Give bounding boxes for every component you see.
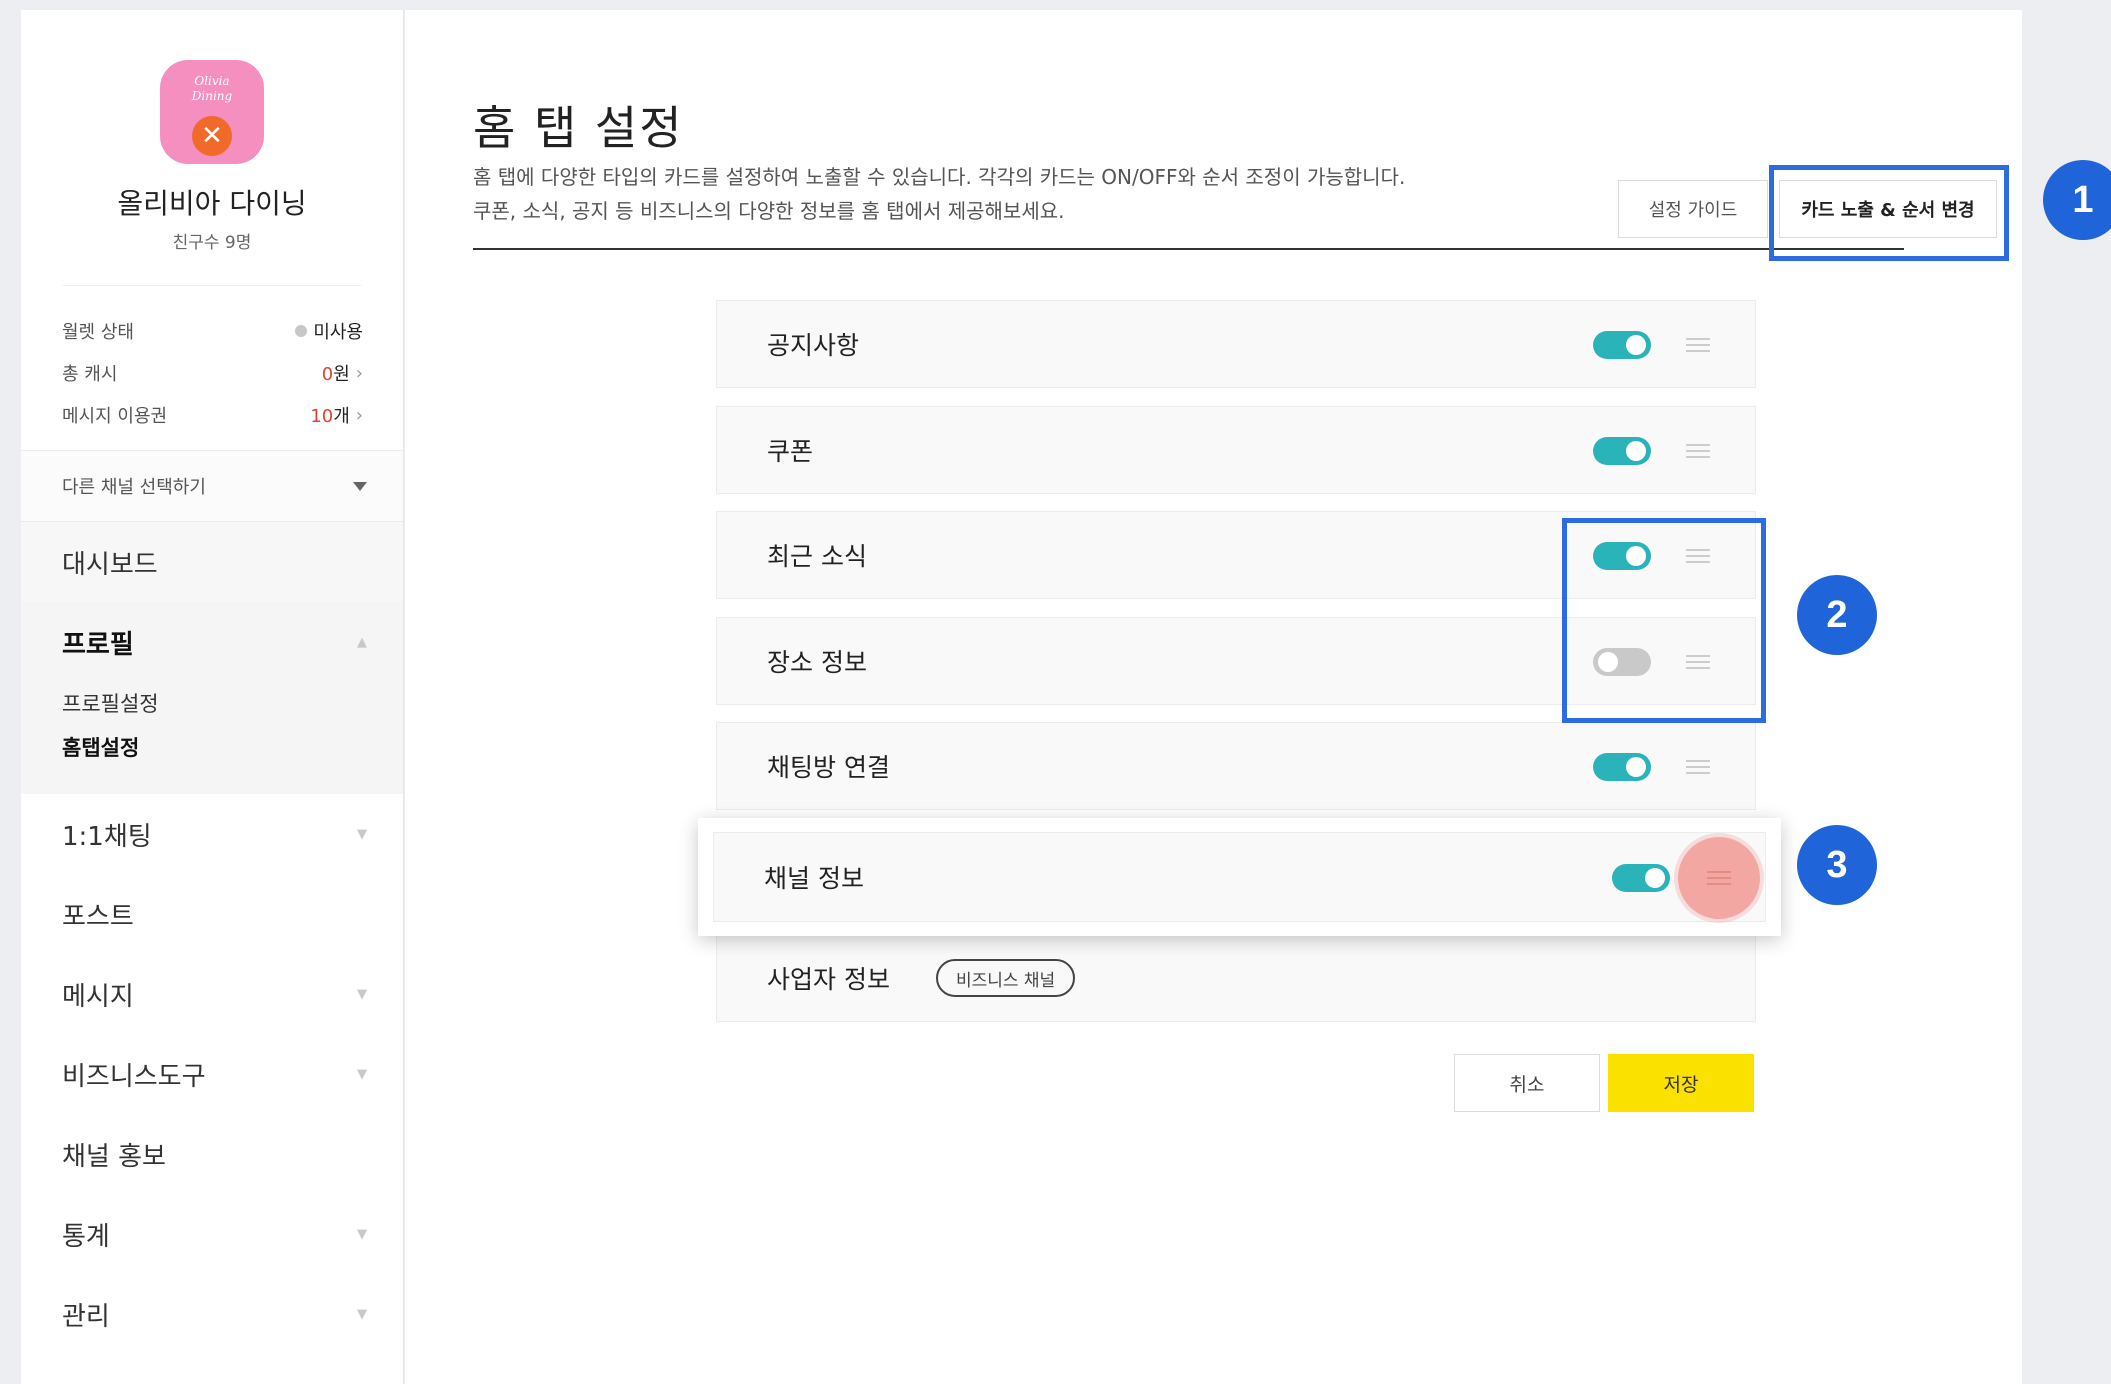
chevron-right-icon: › [355,404,363,426]
sidebar-group-profile: 프로필 ▲ 프로필설정 홈탭설정 [21,602,403,794]
chevron-down-icon: ▼ [357,1306,367,1322]
chevron-down-icon: ▼ [357,1066,367,1082]
card-label: 쿠폰 [767,437,814,466]
card-toggle[interactable] [1593,753,1651,781]
sidebar-subitem-profile-settings[interactable]: 프로필설정 [21,682,403,726]
stat-label: 총 캐시 [62,364,118,385]
stat-number: 10 [310,406,334,427]
card-label: 채널 정보 [764,864,864,893]
card-item[interactable]: 쿠폰 [716,406,1756,494]
card-label: 공지사항 [767,331,860,360]
caret-down-icon [353,481,367,491]
description-line: 쿠폰, 소식, 공지 등 비즈니스의 다양한 정보를 홈 탭에서 제공해보세요. [473,199,1065,223]
card-label: 채팅방 연결 [767,753,890,782]
stat-label: 메시지 이용권 [62,406,168,427]
settings-guide-button[interactable]: 설정 가이드 [1618,180,1768,238]
step-badge-2: 2 [1797,575,1877,655]
sidebar-item-label: 메시지 [62,981,134,1012]
card-item[interactable]: 채널 정보 [713,832,1766,922]
sidebar-item-statistics[interactable]: 통계 ▼ [21,1194,403,1274]
stat-total-cash[interactable]: 총 캐시 0원 › [62,352,363,394]
wallet-stats: 월렛 상태 미사용 총 캐시 0원 › 메시지 이용권 10개 › [21,286,403,436]
cancel-button[interactable]: 취소 [1454,1054,1600,1112]
card-toggle[interactable] [1593,437,1651,465]
sidebar-item-label: 포스트 [62,901,134,932]
drag-handle-icon[interactable] [1707,871,1731,885]
status-dot-icon [295,325,308,337]
page-description: 홈 탭에 다양한 타입의 카드를 설정하여 노출할 수 있습니다. 각각의 카드… [473,160,1405,228]
sidebar-item-label: 1:1채팅 [62,821,152,852]
sidebar-item-post[interactable]: 포스트 [21,874,403,954]
business-channel-tag: 비즈니스 채널 [935,959,1076,997]
sidebar-item-management[interactable]: 관리 ▼ [21,1274,403,1354]
sidebar-item-label: 채널 홍보 [62,1141,166,1172]
sidebar: Olivia Dining ✕ 올리비아 다이닝 친구수 9명 월렛 상태 미사용… [21,10,404,1384]
sidebar-subitem-home-tab-settings[interactable]: 홈탭설정 [21,726,403,770]
sidebar-item-label: 대시보드 [62,549,158,580]
channel-select-dropdown[interactable]: 다른 채널 선택하기 [21,450,403,522]
sidebar-nav: 대시보드 프로필 ▲ 프로필설정 홈탭설정 1:1채팅 ▼ 포스트 메시지 ▼ … [21,522,403,1354]
sidebar-item-business-tools[interactable]: 비즈니스도구 ▼ [21,1034,403,1114]
sidebar-item-channel-promotion[interactable]: 채널 홍보 [21,1114,403,1194]
chevron-down-icon: ▼ [357,1226,367,1242]
drag-handle-icon[interactable] [1686,760,1710,774]
card-item[interactable]: 공지사항 [716,300,1756,388]
avatar-logo-text: Olivia Dining [191,74,233,103]
chevron-up-icon: ▲ [357,634,367,650]
main-content: 홈 탭 설정 홈 탭에 다양한 타입의 카드를 설정하여 노출할 수 있습니다.… [405,10,2022,1384]
chevron-right-icon: › [355,362,363,384]
channel-avatar[interactable]: Olivia Dining ✕ [160,60,264,164]
stat-unit: 원 [333,364,350,385]
channel-name: 올리비아 다이닝 [117,187,307,220]
touch-press-indicator [1678,837,1760,919]
stat-value: 미사용 [313,322,363,343]
sidebar-item-profile[interactable]: 프로필 ▲ [21,602,403,682]
stat-number: 0 [321,364,334,385]
drag-handle-icon[interactable] [1686,444,1710,458]
stat-wallet-status: 월렛 상태 미사용 [62,310,363,352]
dragging-card[interactable]: 채널 정보 [698,818,1781,936]
highlight-box-toggles [1562,518,1766,723]
step-badge-1: 1 [2043,160,2111,240]
chevron-down-icon: ▼ [357,826,367,842]
sidebar-item-dashboard[interactable]: 대시보드 [21,522,403,602]
description-line: 홈 탭에 다양한 타입의 카드를 설정하여 노출할 수 있습니다. 각각의 카드… [473,165,1406,189]
card-label: 사업자 정보 [767,965,890,994]
card-label: 장소 정보 [767,648,867,677]
save-button[interactable]: 저장 [1608,1054,1754,1112]
card-toggle[interactable] [1593,331,1651,359]
drag-handle-icon[interactable] [1686,338,1710,352]
card-toggle[interactable] [1612,864,1670,892]
card-item[interactable]: 채팅방 연결 [716,722,1756,810]
page-title: 홈 탭 설정 [473,101,684,155]
fork-knife-icon: ✕ [192,116,232,156]
sidebar-item-label: 통계 [62,1221,110,1252]
sidebar-item-label: 비즈니스도구 [62,1061,206,1092]
header-divider [473,248,1904,250]
friend-count: 친구수 9명 [172,233,252,253]
channel-select-label: 다른 채널 선택하기 [62,477,206,498]
channel-profile: Olivia Dining ✕ 올리비아 다이닝 친구수 9명 [21,10,403,253]
stat-message-voucher[interactable]: 메시지 이용권 10개 › [62,394,363,436]
sidebar-item-message[interactable]: 메시지 ▼ [21,954,403,1034]
sidebar-item-label: 관리 [62,1301,110,1332]
chevron-down-icon: ▼ [357,986,367,1002]
stat-label: 월렛 상태 [62,322,134,343]
stat-unit: 개 [333,406,350,427]
sidebar-item-label: 프로필 [62,629,134,660]
step-badge-3: 3 [1797,825,1877,905]
business-info-card: 사업자 정보 비즈니스 채널 [716,934,1756,1022]
sidebar-item-chat[interactable]: 1:1채팅 ▼ [21,794,403,874]
card-label: 최근 소식 [767,542,867,571]
highlight-box-order-button [1769,165,2009,261]
